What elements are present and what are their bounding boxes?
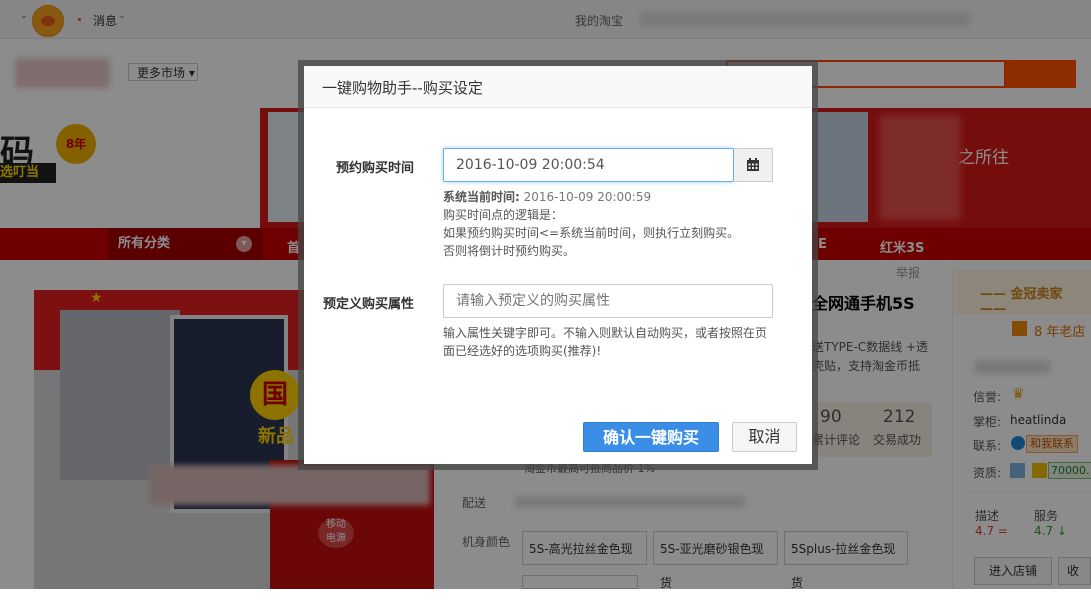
logic-hint-1: 购买时间点的逻辑是：	[443, 208, 564, 222]
logic-hint-3: 否则将倒计时预约购买。	[443, 244, 576, 258]
cancel-button[interactable]: 取消	[732, 422, 797, 452]
attr-hint-1: 输入属性关键字即可。不输入则默认自动购买，或者按照在页	[443, 326, 768, 340]
calendar-button[interactable]	[734, 148, 773, 182]
system-time-label: 系统当前时间:	[443, 190, 520, 204]
purchase-attr-input[interactable]	[443, 284, 773, 318]
system-time-value: 2016-10-09 20:00:59	[523, 190, 652, 204]
purchase-settings-dialog: 一键购物助手--购买设定 预约购买时间 2016-10-09 20:00:54 …	[304, 66, 812, 464]
calendar-icon	[747, 158, 759, 171]
purchase-time-label: 预约购买时间	[335, 161, 414, 176]
attr-hint-2: 面已经选好的选项购买(推荐)!	[443, 344, 602, 358]
confirm-buy-button[interactable]: 确认一键购买	[583, 422, 719, 452]
dialog-title: 一键购物助手--购买设定	[322, 79, 483, 97]
logic-hint-2: 如果预约购买时间<=系统当前时间，则执行立刻购买。	[443, 226, 740, 240]
purchase-time-input[interactable]: 2016-10-09 20:00:54	[443, 148, 734, 182]
purchase-attr-label: 预定义购买属性	[322, 297, 414, 312]
